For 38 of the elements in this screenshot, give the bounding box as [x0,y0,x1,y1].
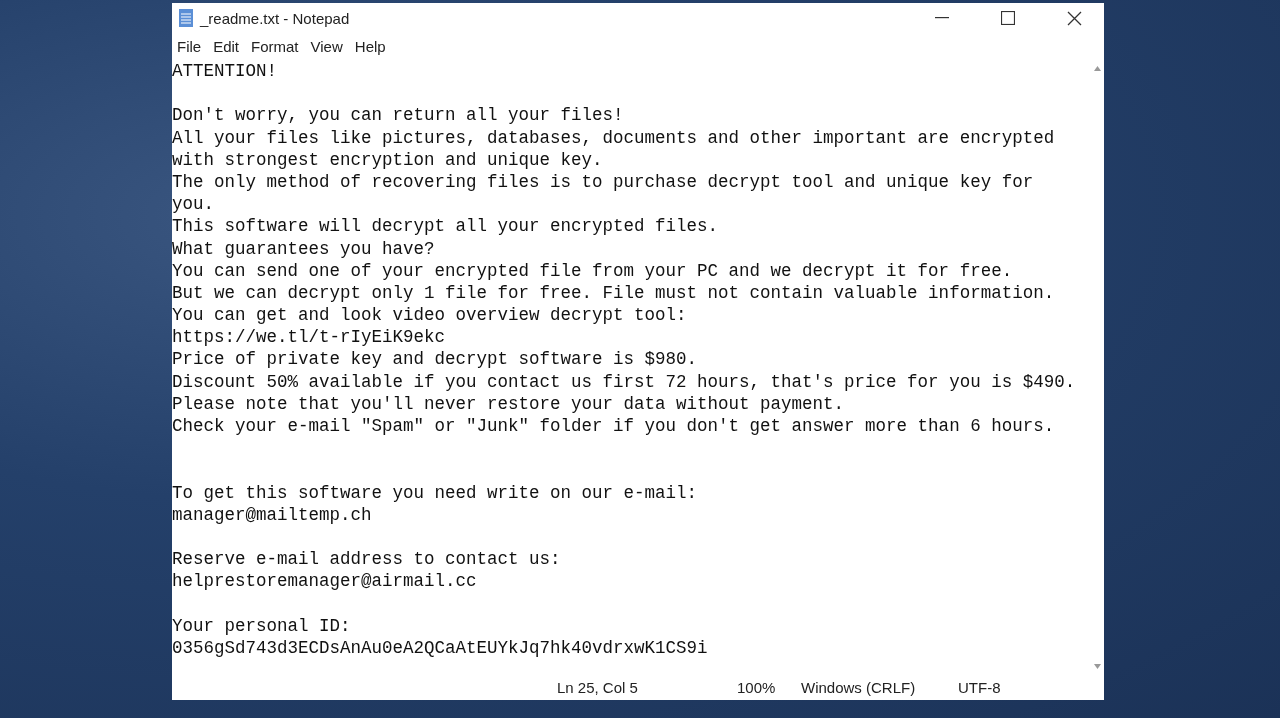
window-title: _readme.txt - Notepad [200,9,351,27]
text-line: ATTENTION! [172,61,278,81]
text-line: Check your e-mail "Spam" or "Junk" folder if you don't get answer more than 6 hours. [172,416,1055,436]
text-line: Please note that you'll never restore your data without payment. [172,393,845,414]
text-line: Your personal ID: [172,615,351,636]
text-line: 0356gSd743d3ECDsAnAu0eA2QCaAtEUYkJq7hk40vdrxwK1CS9i [172,637,708,658]
text-line: you. [172,194,214,215]
text-line: This software will decrypt all your encrypted files. [172,216,719,237]
text-line: Don't worry, you can return all your files! [172,105,624,126]
menu-item[interactable]: File [174,38,211,55]
text-line: You can send one of your encrypted file from your PC and we decrypt it for free. [172,260,1013,281]
menu-item[interactable]: Format [248,38,308,55]
status-text: Windows (CRLF) [801,679,916,696]
text-line: https://we.tl/t-rIyEiK9ekc [172,327,446,348]
text-line: manager@mailtemp.ch [172,504,372,525]
text-line: What guarantees you have? [172,238,435,259]
menu-item[interactable]: View [307,38,352,55]
status-text: 100% [737,679,776,696]
text-line: helprestoremanager@airmail.cc [172,571,477,592]
text-line: The only method of recovering files is to purchase decrypt tool and unique key for [172,171,1034,192]
status-text: Ln 25, Col 5 [557,679,638,696]
text-line: Discount 50% available if you contact us first 72 hours, that's price for you is $490. [172,371,1076,392]
scroll-down-icon[interactable] [1093,664,1101,669]
maximize-icon [1001,11,1015,25]
menu-item[interactable]: Help [351,38,395,55]
text-line: You can get and look video overview decrypt tool: [172,305,687,326]
minimize-icon [935,17,949,19]
close-icon [1066,10,1082,26]
menu-item[interactable]: Edit [210,38,249,55]
text-line: All your files like pictures, databases, documents and other important are encrypted [172,127,1055,148]
text-line: Price of private key and decrypt software is $980. [172,349,698,370]
scroll-up-icon[interactable] [1093,66,1101,71]
text-line: But we can decrypt only 1 file for free. File must not contain valuable information. [172,282,1055,303]
text-line: with strongest encryption and unique key. [172,149,603,170]
notepad-icon [178,8,194,28]
status-text: UTF-8 [958,679,1001,696]
text-line: To get this software you need write on our e-mail: [172,482,698,503]
text-line: Reserve e-mail address to contact us: [172,549,561,570]
